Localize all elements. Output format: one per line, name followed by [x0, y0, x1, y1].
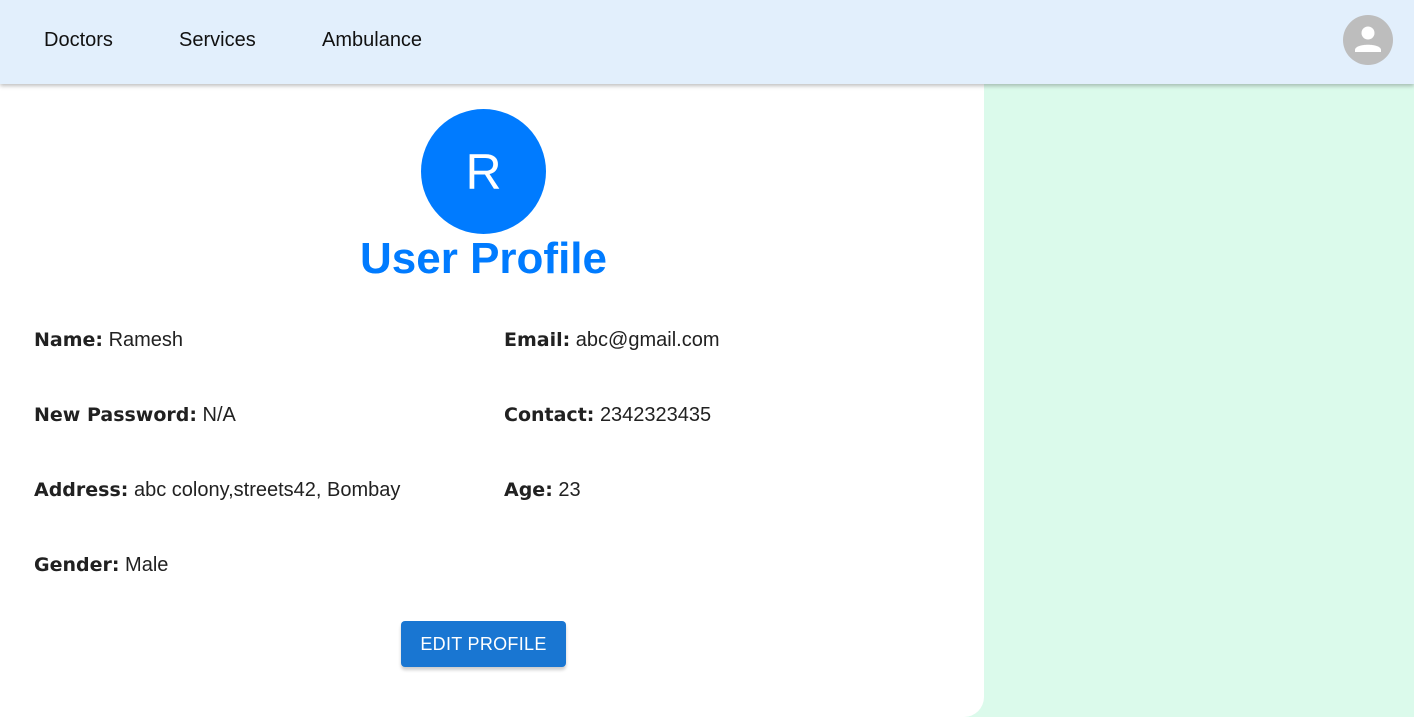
field-contact-label: Contact:	[504, 404, 595, 426]
top-navbar: Doctors Services Ambulance	[0, 0, 1414, 84]
nav-link-doctors[interactable]: Doctors	[44, 28, 113, 52]
profile-card: R User Profile Name: Ramesh Email: abc@g…	[0, 84, 984, 717]
field-email-label: Email:	[504, 329, 571, 351]
field-age-label: Age:	[504, 479, 553, 501]
field-name: Name: Ramesh	[34, 328, 183, 352]
nav-link-ambulance[interactable]: Ambulance	[322, 28, 422, 52]
account-avatar-button[interactable]	[1343, 15, 1393, 65]
field-contact: Contact: 2342323435	[504, 403, 711, 427]
edit-profile-button[interactable]: EDIT PROFILE	[401, 621, 566, 667]
field-name-value: Ramesh	[108, 329, 184, 351]
profile-avatar-initial: R	[465, 143, 502, 200]
field-gender: Gender: Male	[34, 553, 168, 577]
field-gender-value: Male	[125, 554, 169, 576]
field-address: Address: abc colony,streets42, Bombay	[34, 478, 400, 502]
field-age-value: 23	[558, 479, 581, 501]
account-circle-icon	[1355, 26, 1381, 52]
field-address-value: abc colony,streets42, Bombay	[133, 479, 401, 501]
field-email: Email: abc@gmail.com	[504, 328, 719, 352]
field-gender-label: Gender:	[34, 554, 120, 576]
page-title: User Profile	[360, 234, 607, 283]
profile-avatar: R	[421, 109, 546, 234]
field-contact-value: 2342323435	[599, 404, 712, 426]
field-name-label: Name:	[34, 329, 104, 351]
field-email-value: abc@gmail.com	[575, 329, 720, 351]
field-address-label: Address:	[34, 479, 129, 501]
field-new-password-label: New Password:	[34, 404, 197, 426]
field-new-password: New Password: N/A	[34, 403, 236, 427]
field-age: Age: 23	[504, 478, 581, 502]
nav-link-services[interactable]: Services	[179, 28, 256, 52]
field-new-password-value: N/A	[202, 404, 236, 426]
